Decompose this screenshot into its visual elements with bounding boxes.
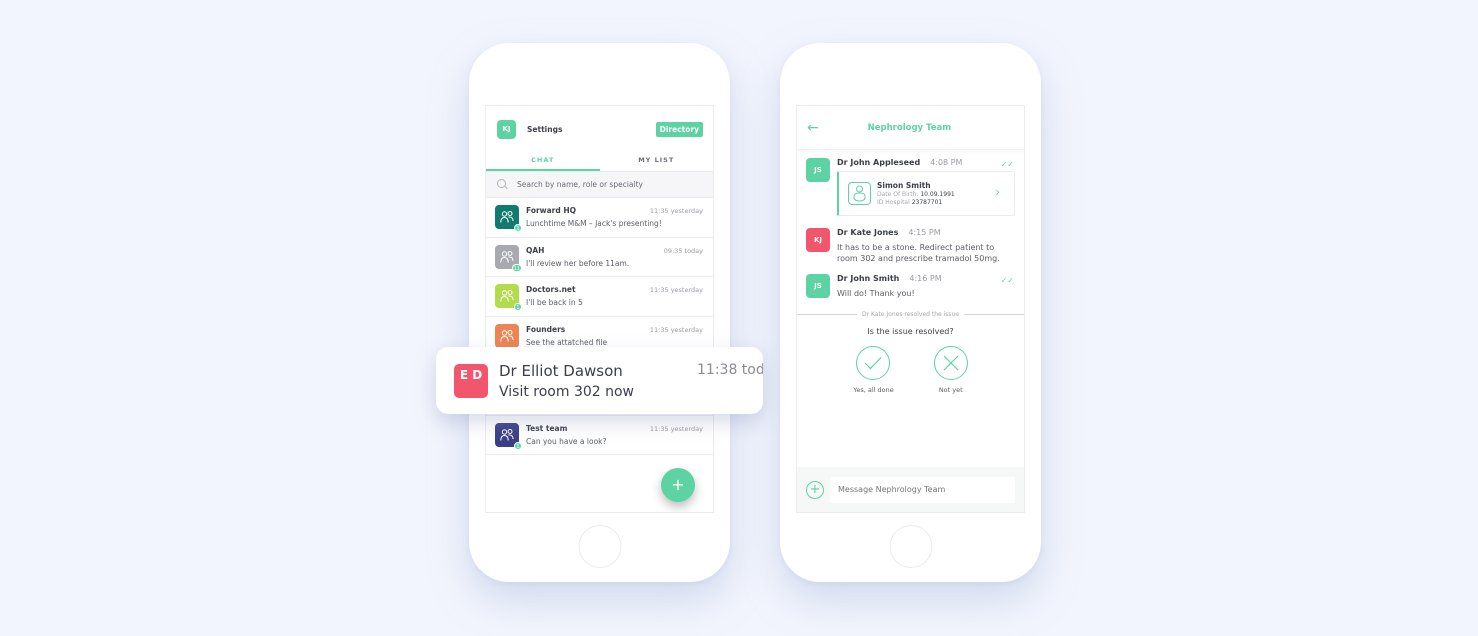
avatar: JS bbox=[806, 158, 830, 182]
chat-list-screen: KJ Settings Directory CHAT MY LIST Searc… bbox=[485, 105, 714, 513]
yes-all-done-button[interactable]: Yes, all done bbox=[853, 346, 894, 394]
group-avatar: 1 bbox=[495, 205, 522, 233]
message-composer: + bbox=[797, 467, 1024, 512]
avatar: JS bbox=[806, 274, 830, 298]
search-icon bbox=[497, 179, 508, 190]
chat-list-item[interactable]: 11 QAH 09:35 today I'll review her before 1… bbox=[486, 238, 713, 277]
conversation-title: Nephrology Team bbox=[867, 122, 952, 133]
new-chat-button[interactable]: + bbox=[661, 468, 695, 502]
conversation-screen: ← Nephrology Team JS Dr John Appleseed 4… bbox=[796, 105, 1025, 513]
patient-name: Simon Smith bbox=[877, 181, 931, 190]
chat-name: Forward HQ bbox=[526, 206, 576, 216]
read-receipt-icon: ✓✓ bbox=[1000, 276, 1014, 285]
message-text: Will do! Thank you! bbox=[837, 289, 915, 298]
settings-link[interactable]: Settings bbox=[527, 125, 656, 134]
chat-preview: See the attatched file bbox=[526, 337, 608, 347]
answer-label: Not yet bbox=[938, 386, 963, 394]
search-bar[interactable]: Search by name, role or specialty bbox=[486, 172, 713, 198]
chat-name: Founders bbox=[526, 324, 566, 334]
chat-time: 11:35 yesterday bbox=[649, 424, 703, 433]
chevron-right-icon: › bbox=[995, 185, 1000, 199]
home-button[interactable] bbox=[578, 525, 621, 568]
search-input[interactable]: Search by name, role or specialty bbox=[517, 180, 643, 189]
message-time: 4:15 PM bbox=[908, 228, 941, 237]
phone-chat-list: KJ Settings Directory CHAT MY LIST Searc… bbox=[469, 43, 730, 582]
chat-list-header: KJ Settings Directory bbox=[486, 106, 713, 152]
x-icon[interactable] bbox=[933, 346, 968, 380]
hospital-id-label: ID Hospital bbox=[877, 199, 910, 206]
unread-badge: 11 bbox=[511, 263, 522, 272]
dob-label: Date Of Birth: bbox=[877, 191, 919, 198]
unread-badge: 1 bbox=[514, 303, 522, 312]
dob-value: 10.09.1991 bbox=[920, 191, 955, 198]
conversation-header: ← Nephrology Team bbox=[797, 106, 1024, 150]
message-item: KJ Dr Kate Jones 4:15 PM It has to be a … bbox=[797, 228, 1024, 264]
chat-name: Test team bbox=[526, 423, 568, 433]
message-item: JS Dr John Smith 4:16 PM Will do! Thank … bbox=[797, 274, 1024, 299]
chat-list-item[interactable]: 1 Forward HQ 11:35 yesterday Lunchtime M&M … bbox=[486, 198, 713, 238]
group-icon bbox=[500, 329, 514, 342]
tab-chat[interactable]: CHAT bbox=[486, 152, 600, 171]
chat-time: 11:35 yesterday bbox=[649, 286, 703, 295]
group-icon bbox=[500, 428, 514, 441]
notification-time: 11:38 today bbox=[697, 361, 763, 378]
group-avatar: 1 bbox=[495, 422, 522, 450]
chat-list-item[interactable]: 1 Doctors.net 11:35 yesterday I'll be back … bbox=[486, 277, 713, 317]
resolution-answers: Yes, all done Not yet bbox=[797, 346, 1024, 394]
group-avatar bbox=[495, 323, 519, 348]
message-sender: Dr John Appleseed bbox=[837, 158, 921, 167]
resolution-question: Is the issue resolved? bbox=[867, 327, 954, 336]
chat-preview: I'll be back in 5 bbox=[526, 298, 583, 308]
group-avatar: 1 bbox=[495, 284, 522, 312]
tab-my-list[interactable]: MY LIST bbox=[600, 152, 714, 171]
message-notification[interactable]: E D Dr Elliot Dawson 11:38 today Visit r… bbox=[436, 347, 763, 414]
message-text: It has to be a stone. Redirect patient t… bbox=[837, 243, 1000, 263]
notification-sender: Dr Elliot Dawson bbox=[499, 361, 623, 380]
hospital-id-value: 23787701 bbox=[911, 199, 943, 206]
patient-card[interactable]: Simon Smith Date Of Birth: 10.09.1991 ID… bbox=[837, 171, 1015, 216]
not-yet-button[interactable]: Not yet bbox=[933, 346, 968, 394]
answer-label: Yes, all done bbox=[853, 386, 894, 394]
unread-badge: 1 bbox=[514, 441, 522, 450]
notification-avatar: E D bbox=[454, 363, 488, 398]
resolution-divider: Dr Kate Jones resolved the issue bbox=[797, 311, 1024, 318]
group-icon bbox=[500, 290, 514, 302]
divider-text: Dr Kate Jones resolved the issue bbox=[861, 311, 960, 318]
notification-message: Visit room 302 now bbox=[499, 383, 635, 400]
chat-preview: Lunchtime M&M – Jack's presenting! bbox=[526, 219, 662, 229]
tabs: CHAT MY LIST bbox=[486, 152, 713, 172]
chat-preview: I'll review her before 11am. bbox=[526, 258, 630, 268]
chat-preview: Can you have a look? bbox=[526, 436, 607, 446]
avatar: KJ bbox=[806, 228, 830, 252]
message-item: JS Dr John Appleseed 4:08 PM Simon Smith… bbox=[797, 158, 1024, 216]
message-time: 4:16 PM bbox=[909, 274, 942, 283]
chat-list-item[interactable]: 1 Test team 11:35 yesterday Can you have a … bbox=[486, 416, 713, 455]
group-icon bbox=[500, 211, 514, 223]
group-icon bbox=[500, 250, 514, 263]
chat-time: 11:35 yesterday bbox=[649, 207, 703, 216]
unread-badge: 1 bbox=[514, 224, 522, 233]
message-time: 4:08 PM bbox=[930, 158, 963, 167]
phone-conversation: ← Nephrology Team JS Dr John Appleseed 4… bbox=[780, 43, 1041, 582]
arrow-left-icon[interactable]: ← bbox=[807, 120, 819, 136]
chat-time: 09:35 today bbox=[663, 246, 703, 255]
user-avatar[interactable]: KJ bbox=[497, 119, 516, 139]
message-sender: Dr John Smith bbox=[837, 274, 900, 283]
plus-icon[interactable]: + bbox=[806, 480, 824, 499]
check-icon[interactable] bbox=[856, 346, 891, 380]
read-receipt-icon: ✓✓ bbox=[1000, 160, 1014, 169]
group-avatar: 11 bbox=[495, 244, 522, 272]
home-button[interactable] bbox=[889, 525, 932, 568]
chat-time: 11:35 yesterday bbox=[649, 325, 703, 334]
chat-name: QAH bbox=[526, 245, 545, 255]
patient-icon bbox=[848, 182, 871, 205]
directory-button[interactable]: Directory bbox=[655, 121, 703, 137]
message-sender: Dr Kate Jones bbox=[837, 228, 899, 237]
chat-name: Doctors.net bbox=[526, 285, 576, 295]
message-input[interactable] bbox=[830, 476, 1015, 503]
